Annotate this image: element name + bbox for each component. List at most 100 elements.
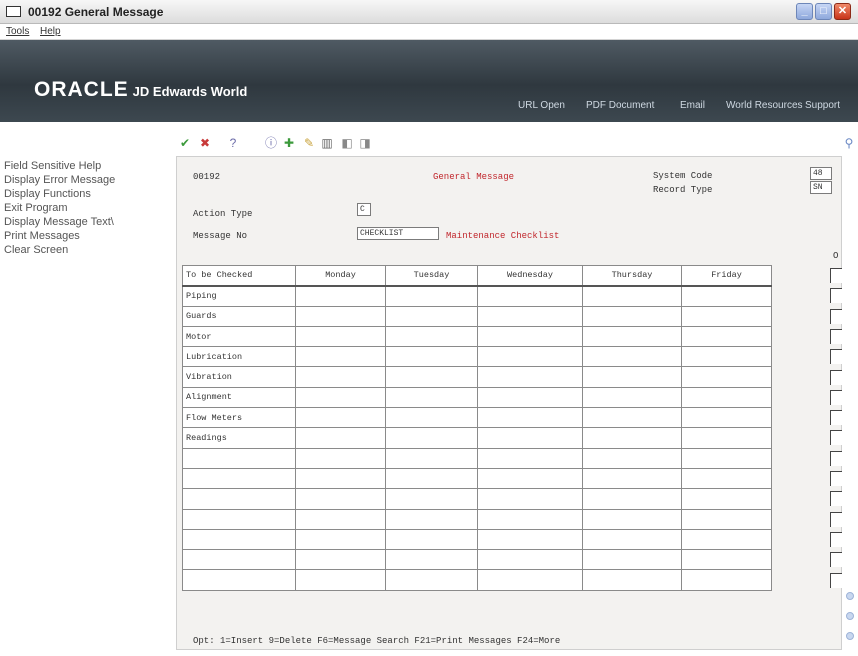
option-field[interactable] [830, 531, 842, 547]
grid-cell[interactable] [385, 488, 478, 510]
nav-world-resources[interactable]: World Resources [726, 100, 803, 111]
option-field[interactable] [830, 471, 842, 486]
grid-cell[interactable] [477, 386, 583, 409]
grid-cell[interactable] [477, 508, 583, 530]
grid-cell[interactable] [385, 508, 478, 530]
row-item-label[interactable]: Lubrication [182, 346, 296, 368]
grid-cell[interactable] [582, 427, 682, 449]
grid-cell[interactable] [385, 407, 478, 429]
grid-cell[interactable] [477, 447, 583, 469]
grid-cell[interactable] [582, 467, 682, 490]
add-icon[interactable]: ✚ [282, 136, 296, 150]
grid-cell[interactable] [385, 447, 478, 469]
row-item-label[interactable]: Motor [182, 325, 296, 348]
grid-cell[interactable] [681, 488, 772, 510]
grid-cell[interactable] [295, 325, 386, 348]
option-field[interactable] [830, 328, 842, 344]
grid-cell[interactable] [582, 407, 682, 429]
grid-cell[interactable] [385, 528, 478, 551]
option-field[interactable] [830, 389, 842, 405]
grid-cell[interactable] [385, 549, 478, 571]
check-icon[interactable]: ✔ [178, 136, 192, 150]
system-code-field[interactable]: 48 [810, 167, 832, 180]
link-clear-screen[interactable]: Clear Screen [4, 244, 68, 256]
grid-cell[interactable] [681, 285, 772, 307]
grid-cell[interactable] [582, 285, 682, 307]
grid-cell[interactable] [477, 366, 583, 388]
grid-cell[interactable] [477, 285, 583, 307]
grid-cell[interactable] [681, 407, 772, 429]
link-display-message-text[interactable]: Display Message Text\ [4, 216, 114, 228]
option-field[interactable] [830, 349, 842, 365]
grid-cell[interactable] [477, 569, 583, 591]
nav-email[interactable]: Email [680, 100, 705, 111]
nav-pdf-document[interactable]: PDF Document [586, 100, 654, 111]
minimize-button[interactable]: _ [796, 3, 813, 20]
row-item-label[interactable] [182, 488, 296, 510]
row-item-label[interactable]: Piping [182, 285, 296, 307]
link-display-error-message[interactable]: Display Error Message [4, 174, 115, 186]
option-field[interactable] [830, 552, 842, 568]
scroll-down-icon[interactable] [846, 612, 854, 620]
next-icon[interactable]: ◨ [358, 136, 372, 150]
grid-cell[interactable] [681, 569, 772, 591]
grid-cell[interactable] [385, 366, 478, 388]
grid-cell[interactable] [582, 325, 682, 348]
grid-cell[interactable] [295, 305, 386, 327]
grid-cell[interactable] [477, 528, 583, 551]
grid-cell[interactable] [477, 488, 583, 510]
nav-url-open[interactable]: URL Open [518, 100, 565, 111]
option-field[interactable] [830, 410, 842, 426]
option-field[interactable] [830, 308, 842, 324]
row-item-label[interactable] [182, 447, 296, 469]
grid-cell[interactable] [295, 549, 386, 571]
grid-cell[interactable] [582, 366, 682, 388]
grid-cell[interactable] [477, 305, 583, 327]
grid-cell[interactable] [385, 285, 478, 307]
cancel-icon[interactable]: ✖ [198, 136, 212, 150]
link-print-messages[interactable]: Print Messages [4, 230, 80, 242]
grid-cell[interactable] [385, 305, 478, 327]
grid-cell[interactable] [681, 528, 772, 551]
grid-cell[interactable] [681, 427, 772, 449]
grid-cell[interactable] [582, 488, 682, 510]
grid-cell[interactable] [681, 305, 772, 327]
row-item-label[interactable]: Readings [182, 427, 296, 449]
grid-cell[interactable] [295, 508, 386, 530]
grid-cell[interactable] [477, 346, 583, 368]
nav-support[interactable]: Support [805, 100, 840, 111]
grid-cell[interactable] [582, 569, 682, 591]
link-display-functions[interactable]: Display Functions [4, 188, 91, 200]
row-item-label[interactable] [182, 549, 296, 571]
grid-cell[interactable] [477, 325, 583, 348]
grid-cell[interactable] [295, 569, 386, 591]
row-item-label[interactable] [182, 467, 296, 490]
grid-cell[interactable] [681, 447, 772, 469]
grid-cell[interactable] [385, 467, 478, 490]
grid-cell[interactable] [477, 467, 583, 490]
action-type-field[interactable]: C [357, 203, 371, 216]
grid-cell[interactable] [681, 386, 772, 409]
grid-cell[interactable] [681, 549, 772, 571]
grid-cell[interactable] [681, 508, 772, 530]
scroll-up-icon[interactable] [846, 592, 854, 600]
row-item-label[interactable] [182, 569, 296, 591]
grid-cell[interactable] [582, 549, 682, 571]
row-item-label[interactable] [182, 528, 296, 551]
grid-cell[interactable] [295, 346, 386, 368]
row-item-label[interactable]: Guards [182, 305, 296, 327]
grid-cell[interactable] [582, 346, 682, 368]
link-field-sensitive-help[interactable]: Field Sensitive Help [4, 160, 101, 172]
grid-cell[interactable] [295, 427, 386, 449]
message-no-field[interactable]: CHECKLIST [357, 227, 439, 240]
grid-cell[interactable] [681, 366, 772, 388]
grid-cell[interactable] [295, 467, 386, 490]
option-field[interactable] [830, 511, 842, 527]
grid-cell[interactable] [582, 447, 682, 469]
search-icon[interactable]: ⚲ [842, 136, 856, 150]
info-icon[interactable]: ⓘ [264, 136, 278, 150]
option-field[interactable] [830, 288, 842, 304]
menu-tools[interactable]: Tools [6, 26, 29, 37]
grid-cell[interactable] [385, 325, 478, 348]
grid-cell[interactable] [295, 488, 386, 510]
